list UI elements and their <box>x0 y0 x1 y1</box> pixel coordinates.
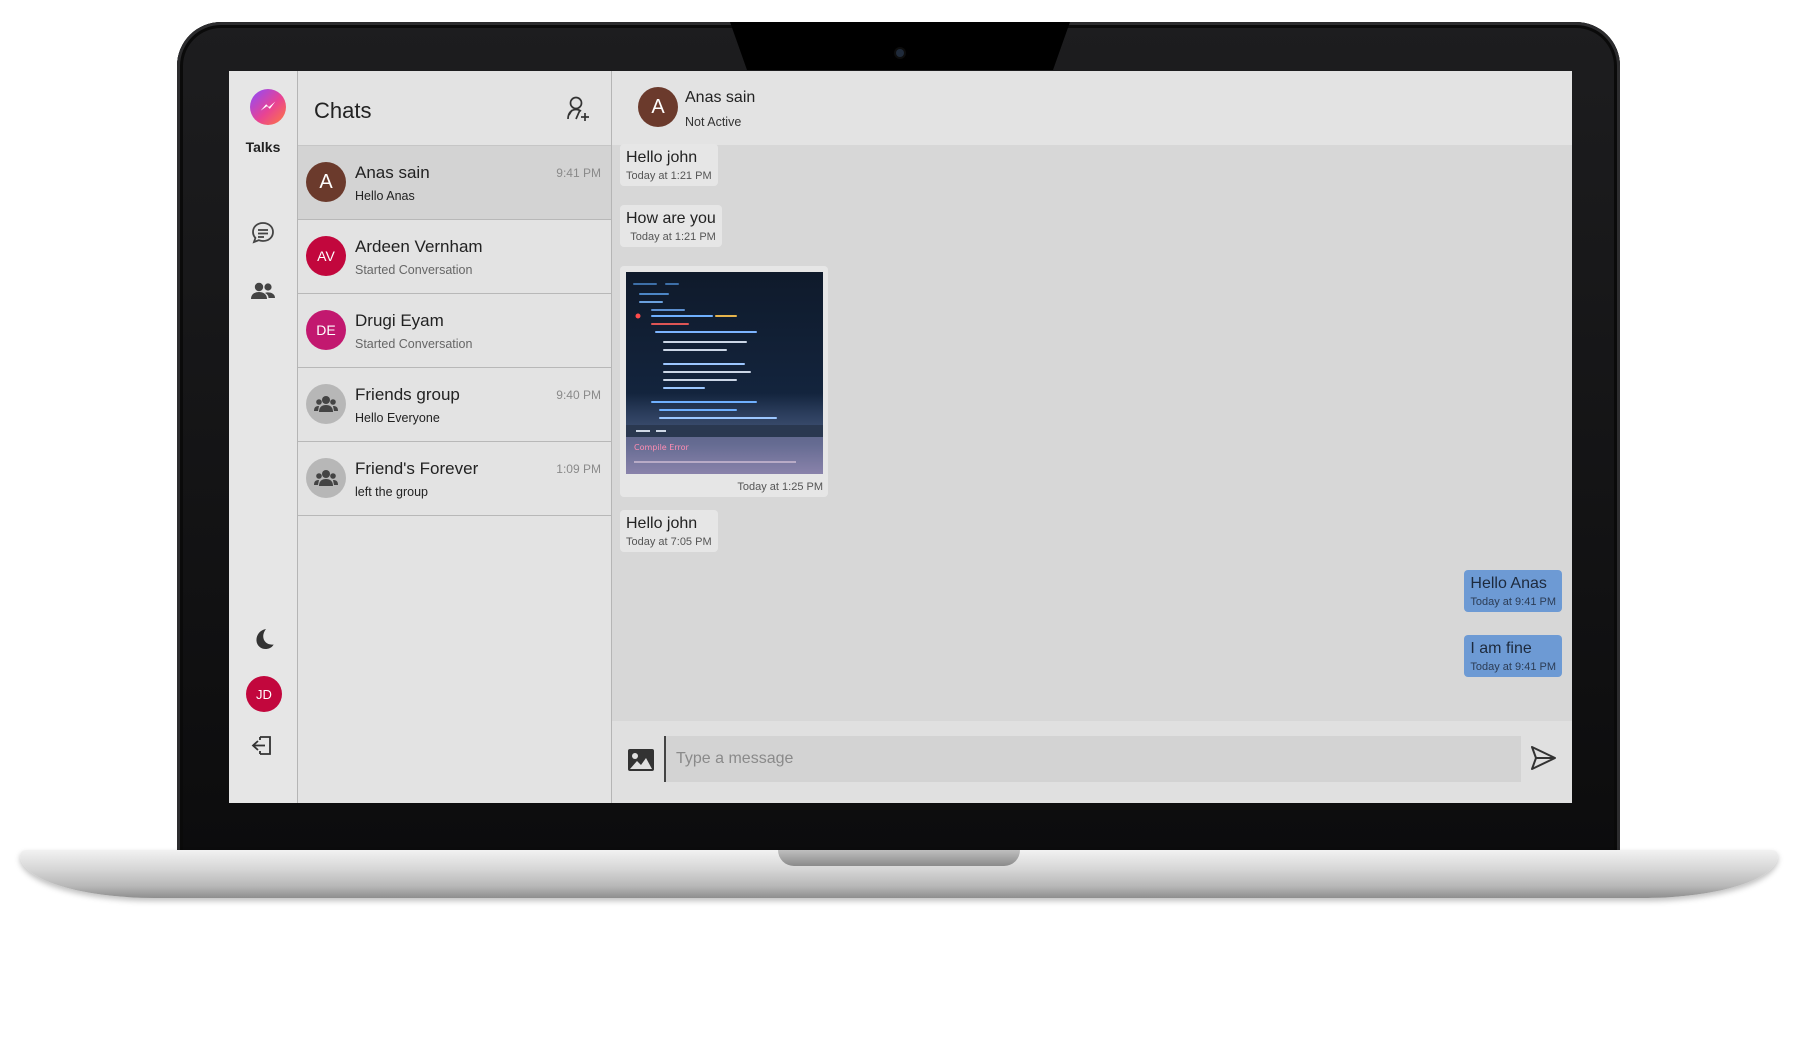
chat-item-time: 1:09 PM <box>556 462 601 476</box>
image-attach-icon[interactable] <box>626 745 656 775</box>
message-time: Today at 9:41 PM <box>1470 661 1556 673</box>
chat-item-time: 9:41 PM <box>556 166 601 180</box>
message-text: Hello john <box>626 149 698 166</box>
image-caption-text: Compile Error <box>634 443 689 452</box>
contact-status: Not Active <box>685 115 742 129</box>
avatar: DE <box>306 310 346 350</box>
group-avatar-icon <box>306 384 346 424</box>
laptop-notch <box>730 22 1070 70</box>
contact-avatar[interactable]: A <box>638 87 678 127</box>
laptop-hinge <box>778 850 1020 866</box>
conversation-header: A Anas sain Not Active <box>612 71 1572 145</box>
code-screenshot-image[interactable]: Compile Error <box>626 272 823 474</box>
avatar: AV <box>306 236 346 276</box>
chat-item-preview: left the group <box>355 485 428 499</box>
messenger-logo-icon[interactable] <box>250 89 286 125</box>
moon-icon[interactable] <box>249 625 277 653</box>
chat-item[interactable]: AV Ardeen Vernham Started Conversation <box>298 220 611 294</box>
chat-item[interactable]: Friend's Forever left the group 1:09 PM <box>298 442 611 516</box>
camera-icon <box>896 49 904 57</box>
message-text: I am fine <box>1470 640 1532 657</box>
group-avatar-icon <box>306 458 346 498</box>
current-user-avatar[interactable]: JD <box>246 676 282 712</box>
chat-list-title: Chats <box>314 98 372 123</box>
add-contact-icon[interactable] <box>563 93 593 123</box>
chat-item-preview: Started Conversation <box>355 337 473 351</box>
chat-item[interactable]: A Anas sain Hello Anas 9:41 PM <box>298 146 611 220</box>
message-time: Today at 1:21 PM <box>626 170 712 182</box>
message-bubble: Hello john Today at 7:05 PM <box>620 510 718 552</box>
chat-item[interactable]: Friends group Hello Everyone 9:40 PM <box>298 368 611 442</box>
message-time: Today at 9:41 PM <box>1470 596 1556 608</box>
message-text: Hello Anas <box>1470 575 1547 592</box>
contact-name: Anas sain <box>685 89 756 106</box>
chat-item-time: 9:40 PM <box>556 388 601 402</box>
message-time: Today at 1:21 PM <box>630 231 716 243</box>
chat-item[interactable]: DE Drugi Eyam Started Conversation <box>298 294 611 368</box>
chat-item-name: Friends group <box>355 385 460 404</box>
message-composer <box>612 721 1572 803</box>
logout-icon[interactable] <box>249 731 277 759</box>
people-icon[interactable] <box>249 277 277 305</box>
message-text: How are you <box>626 210 716 227</box>
chats-icon[interactable] <box>249 219 277 247</box>
send-icon[interactable] <box>1528 743 1558 773</box>
app-screen: Talks JD Chats A Anas sain Hello Anas 9:… <box>229 71 1572 803</box>
outgoing-message-bubble: Hello Anas Today at 9:41 PM <box>1464 570 1562 612</box>
chat-item-name: Ardeen Vernham <box>355 237 483 256</box>
chat-item-preview: Hello Anas <box>355 189 415 203</box>
chat-item-name: Drugi Eyam <box>355 311 444 330</box>
chat-list-panel: Chats A Anas sain Hello Anas 9:41 PM AV … <box>298 71 612 803</box>
conversation-panel: A Anas sain Not Active Hello john Today … <box>612 71 1572 803</box>
image-message[interactable]: Compile Error Today at 1:25 PM <box>620 266 828 497</box>
chat-list-header: Chats <box>298 71 611 146</box>
outgoing-message-bubble: I am fine Today at 9:41 PM <box>1464 635 1562 677</box>
chat-item-preview: Started Conversation <box>355 263 473 277</box>
app-brand: Talks <box>245 139 281 155</box>
message-time: Today at 7:05 PM <box>626 536 712 548</box>
avatar: A <box>306 162 346 202</box>
chat-item-name: Anas sain <box>355 163 430 182</box>
message-bubble: Hello john Today at 1:21 PM <box>620 144 718 186</box>
icon-rail: Talks JD <box>229 71 298 803</box>
chat-item-preview: Hello Everyone <box>355 411 440 425</box>
message-bubble: How are you Today at 1:21 PM <box>620 205 722 247</box>
message-input[interactable] <box>664 736 1521 782</box>
message-time: Today at 1:25 PM <box>737 481 823 493</box>
message-text: Hello john <box>626 515 698 532</box>
chat-item-name: Friend's Forever <box>355 459 479 478</box>
